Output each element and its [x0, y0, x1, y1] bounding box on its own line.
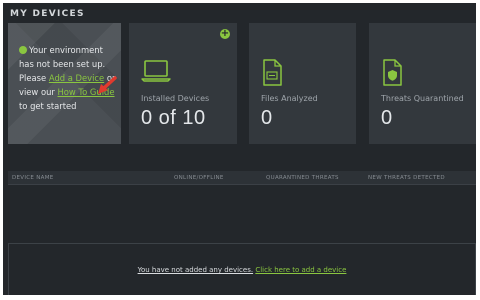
threats-quarantined-card: Threats Quarantined 0	[369, 23, 476, 144]
shield-file-icon	[383, 59, 402, 86]
column-online-offline[interactable]: ONLINE/OFFLINE	[174, 175, 224, 181]
my-devices-panel: MY DEVICES Your environment has not been…	[3, 3, 476, 295]
setup-card: Your environment has not been set up. Pl…	[8, 23, 121, 144]
files-analyzed-label: Files Analyzed	[261, 94, 318, 103]
threats-quarantined-label: Threats Quarantined	[381, 94, 464, 103]
laptop-icon	[141, 60, 171, 82]
devices-table-header: DEVICE NAME ONLINE/OFFLINE QUARANTINED T…	[8, 171, 476, 185]
setup-tail: to get started	[19, 101, 77, 111]
status-dot-icon	[19, 46, 27, 54]
column-new-threats[interactable]: NEW THREATS DETECTED	[368, 175, 445, 181]
add-device-button[interactable]: +	[220, 29, 230, 39]
red-arrow-icon	[98, 76, 117, 94]
files-analyzed-card: Files Analyzed 0	[249, 23, 356, 144]
column-quarantined-threats[interactable]: QUARANTINED THREATS	[266, 175, 339, 181]
setup-line1: Your environment has not been set up.	[19, 45, 106, 69]
installed-devices-card: + Installed Devices 0 of 10	[129, 23, 237, 144]
empty-state: You have not added any devices. Click he…	[8, 243, 476, 295]
column-device-name[interactable]: DEVICE NAME	[12, 175, 54, 181]
file-icon	[263, 59, 282, 86]
page-title: MY DEVICES	[10, 9, 85, 19]
add-device-cta-link[interactable]: Click here to add a device	[255, 266, 346, 274]
installed-devices-value: 0 of 10	[141, 107, 206, 129]
installed-devices-label: Installed Devices	[141, 94, 210, 103]
no-devices-text: You have not added any devices.	[137, 266, 254, 274]
setup-please: Please	[19, 73, 47, 83]
threats-quarantined-value: 0	[381, 107, 393, 129]
files-analyzed-value: 0	[261, 107, 273, 129]
empty-state-message: You have not added any devices. Click he…	[9, 266, 475, 274]
